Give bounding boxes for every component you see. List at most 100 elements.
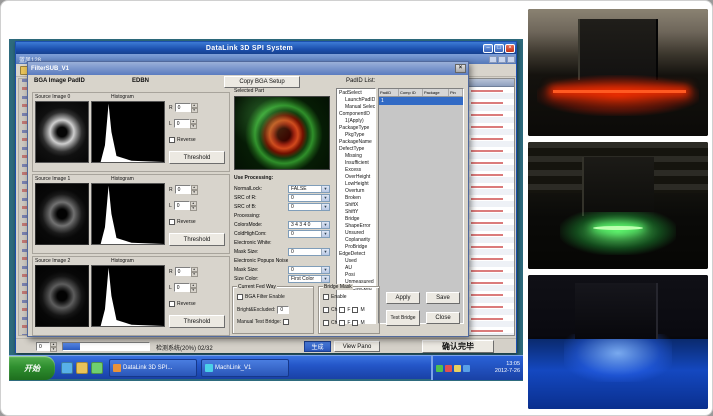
tree-item[interactable]: ProBridge	[337, 244, 375, 251]
start-button[interactable]: 开始	[9, 356, 55, 380]
apply-button[interactable]: Apply	[386, 292, 420, 304]
tree-item[interactable]: PkgType	[337, 132, 375, 139]
tree-item[interactable]: PadSelect	[337, 90, 375, 97]
doc-close-button[interactable]	[507, 56, 515, 63]
processing-dropdown[interactable]: 0▼	[288, 266, 330, 274]
l-value-field[interactable]: 0	[174, 283, 190, 292]
l-stepper[interactable]: ▲▼	[190, 283, 197, 292]
run-button[interactable]: 生成	[304, 341, 331, 352]
r-value-field[interactable]: 0	[175, 185, 191, 194]
quicklaunch-icon-3[interactable]	[91, 362, 103, 374]
manual-test-bridge-checkbox[interactable]	[283, 319, 289, 325]
tray-status-icon-green[interactable]	[436, 365, 443, 372]
padid-listbox[interactable]: PadID Comp ID Package Pin 1	[378, 88, 464, 324]
bridge-m2-checkbox[interactable]	[352, 320, 358, 326]
confirm-complete-button[interactable]: 确认完毕	[422, 340, 494, 353]
tree-item[interactable]: DefectType	[337, 146, 375, 153]
tree-item[interactable]: Manual Select	[337, 104, 375, 111]
tree-item[interactable]: ShiftX	[337, 202, 375, 209]
col-pin[interactable]: Pin	[449, 89, 463, 96]
tree-item[interactable]: ShiftY	[337, 209, 375, 216]
tree-item[interactable]: Missing	[337, 153, 375, 160]
reverse-checkbox[interactable]	[169, 219, 175, 225]
test-bridge-button[interactable]: Test Bridge	[386, 310, 420, 326]
reverse-checkbox[interactable]	[169, 137, 175, 143]
maximize-button[interactable]: □	[494, 44, 504, 53]
close-button[interactable]: ×	[505, 44, 515, 53]
processing-dropdown[interactable]: 0▼	[288, 248, 330, 256]
tree-item[interactable]: LaunchPadID	[337, 97, 375, 104]
threshold-button[interactable]: Threshold	[169, 315, 225, 328]
taskbar-task-machlink[interactable]: MachLink_V1	[201, 359, 289, 377]
tree-item[interactable]: AU	[337, 265, 375, 272]
tree-item[interactable]: ShapeError	[337, 223, 375, 230]
tree-item[interactable]: Used	[337, 258, 375, 265]
bridge-ch-checkbox[interactable]	[323, 307, 329, 313]
r-stepper[interactable]: ▲▼	[191, 103, 198, 112]
processing-dropdown[interactable]: 0▼	[288, 230, 330, 238]
l-value-field[interactable]: 0	[174, 201, 190, 210]
l-value-field[interactable]: 0	[174, 119, 190, 128]
tree-item[interactable]: Unsured	[337, 230, 375, 237]
bright-excluded-field[interactable]: 0	[277, 306, 289, 314]
tree-item[interactable]: Bridge	[337, 216, 375, 223]
quicklaunch-icon-1[interactable]	[61, 362, 73, 374]
dialog-close-icon[interactable]: ×	[455, 64, 466, 73]
tree-item[interactable]: Coplanarity	[337, 237, 375, 244]
selected-list-row[interactable]: 1	[379, 97, 463, 105]
tray-status-icon-yellow[interactable]	[454, 365, 461, 372]
tree-item[interactable]: ComponentID	[337, 111, 375, 118]
tree-item[interactable]: EdgeDetect	[337, 251, 375, 258]
tree-item[interactable]: PackageType	[337, 125, 375, 132]
doc-minimize-button[interactable]	[489, 56, 497, 63]
close-dialog-button[interactable]: Close	[426, 312, 460, 324]
r-stepper[interactable]: ▲▼	[191, 185, 198, 194]
tray-status-icon-red[interactable]	[445, 365, 452, 372]
copy-bga-setup-button[interactable]: Copy BGA Setup	[224, 76, 300, 88]
quicklaunch-icon-2[interactable]	[76, 362, 88, 374]
threshold-button[interactable]: Threshold	[169, 233, 225, 246]
r-stepper[interactable]: ▲▼	[191, 267, 198, 276]
bridge-f2-checkbox[interactable]	[339, 320, 345, 326]
bga-filter-enable-checkbox[interactable]	[237, 294, 243, 300]
bridge-enable-checkbox[interactable]	[323, 294, 329, 300]
processing-dropdown[interactable]: 0▼	[288, 203, 330, 211]
results-table-rows[interactable]	[469, 87, 514, 335]
source-image-view	[35, 265, 89, 327]
tree-item[interactable]: Broken	[337, 195, 375, 202]
results-table[interactable]	[468, 78, 515, 336]
tree-item[interactable]: OverHeight	[337, 174, 375, 181]
processing-dropdown[interactable]: 3 4 3 4 0▼	[288, 221, 330, 229]
source-image-view	[35, 183, 89, 245]
tree-item[interactable]: PackageName	[337, 139, 375, 146]
l-stepper[interactable]: ▲▼	[190, 201, 197, 210]
processing-dropdown[interactable]: 0▼	[288, 194, 330, 202]
tree-item[interactable]: Posi	[337, 272, 375, 279]
col-package[interactable]: Package	[423, 89, 449, 96]
l-stepper[interactable]: ▲▼	[190, 119, 197, 128]
bridge-ch2-checkbox[interactable]	[323, 320, 329, 326]
tree-item[interactable]: 1(Apply)	[337, 118, 375, 125]
tray-status-icon-blue[interactable]	[463, 365, 470, 372]
threshold-button[interactable]: Threshold	[169, 151, 225, 164]
col-padid[interactable]: PadID	[379, 89, 399, 96]
view-pano-button[interactable]: View Pano	[334, 341, 380, 352]
r-value-field[interactable]: 0	[175, 103, 191, 112]
bridge-m-checkbox[interactable]	[352, 307, 358, 313]
tree-item[interactable]: Insufficient	[337, 160, 375, 167]
processing-dropdown[interactable]: First Color▼	[288, 275, 330, 283]
counter-stepper[interactable]: ▲▼	[50, 342, 57, 351]
taskbar-task-datalink[interactable]: DataLink 3D SPI...	[109, 359, 197, 377]
r-value-field[interactable]: 0	[175, 267, 191, 276]
counter-field[interactable]: 0	[36, 342, 50, 351]
tree-item[interactable]: Overturn	[337, 188, 375, 195]
reverse-checkbox[interactable]	[169, 301, 175, 307]
col-compid[interactable]: Comp ID	[399, 89, 423, 96]
tree-item[interactable]: Excess	[337, 167, 375, 174]
bridge-f-checkbox[interactable]	[339, 307, 345, 313]
save-button[interactable]: Save	[426, 292, 460, 304]
minimize-button[interactable]: –	[483, 44, 493, 53]
doc-maximize-button[interactable]	[498, 56, 506, 63]
processing-dropdown[interactable]: FALSE▼	[288, 185, 330, 193]
tree-item[interactable]: LowHeight	[337, 181, 375, 188]
